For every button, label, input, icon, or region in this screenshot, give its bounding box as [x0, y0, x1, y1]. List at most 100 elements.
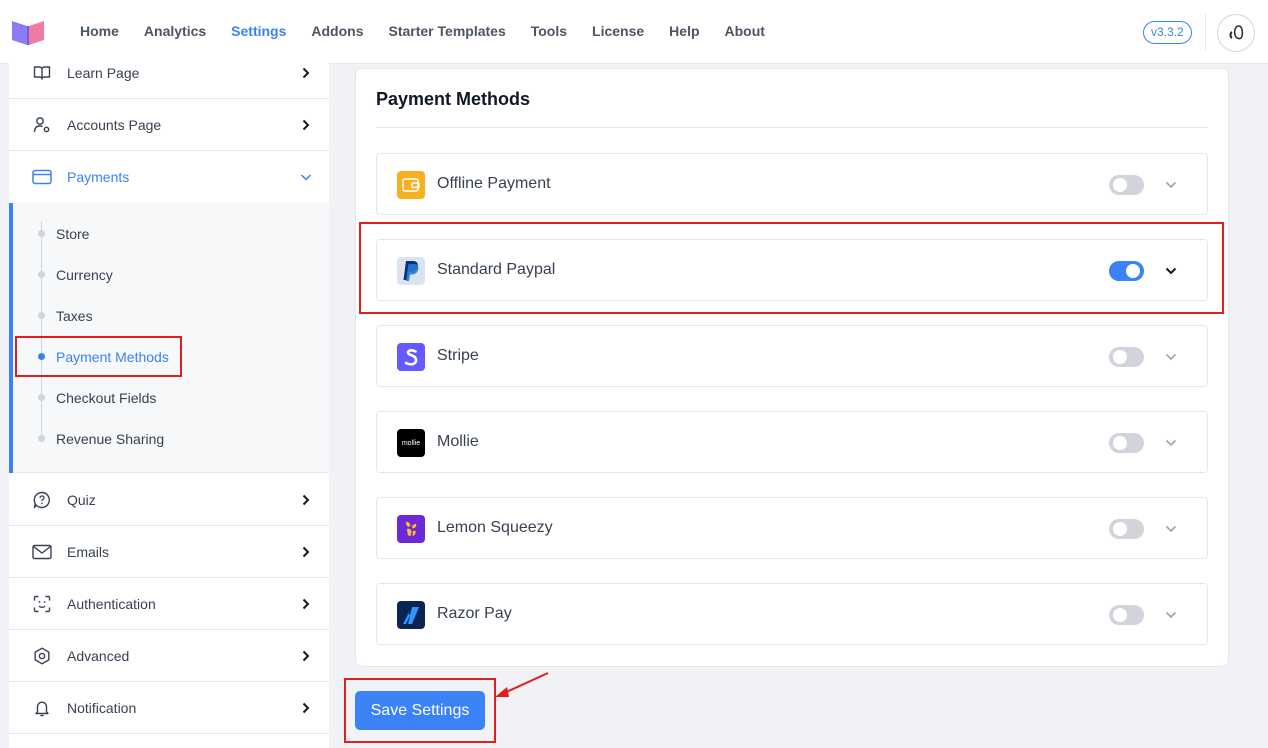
submenu-item-taxes[interactable]: Taxes	[13, 295, 329, 336]
book-icon	[32, 63, 52, 83]
submenu-item-checkout-fields[interactable]: Checkout Fields	[13, 377, 329, 418]
payments-submenu: Store Currency Taxes Payment Methods Che…	[13, 203, 329, 473]
lemon-squeezy-icon	[397, 515, 425, 543]
chevron-right-icon	[299, 493, 313, 507]
stripe-icon	[397, 343, 425, 371]
bullet-dot	[38, 312, 45, 319]
title-divider	[376, 127, 1208, 128]
payment-method-lemon-squeezy[interactable]: Lemon Squeezy	[376, 497, 1208, 559]
scan-face-icon	[32, 594, 52, 614]
payment-method-name: Mollie	[437, 433, 479, 450]
nav-help[interactable]: Help	[657, 0, 711, 64]
payments-group: Payments Store Currency Taxes Payment Me…	[9, 151, 329, 473]
submenu-item-label: Currency	[56, 266, 113, 283]
enable-toggle[interactable]	[1109, 605, 1144, 625]
sidebar-item-emails[interactable]: Emails	[9, 526, 329, 578]
enable-toggle[interactable]	[1109, 261, 1144, 281]
payment-method-paypal[interactable]: Standard Paypal	[376, 239, 1208, 301]
submenu-item-label: Store	[56, 225, 90, 242]
payment-method-name: Standard Paypal	[437, 261, 556, 278]
enable-toggle[interactable]	[1109, 175, 1144, 195]
sidebar-item-notification[interactable]: Notification	[9, 682, 329, 734]
card-icon	[32, 167, 52, 187]
sidebar-item-payments[interactable]: Payments	[9, 151, 329, 203]
masteriyo-logo-icon[interactable]	[10, 18, 46, 46]
chevron-down-icon[interactable]	[1164, 264, 1178, 278]
sidebar-item-advanced[interactable]: Advanced	[9, 630, 329, 682]
submenu-item-label: Checkout Fields	[56, 389, 157, 406]
nav-tools[interactable]: Tools	[519, 0, 579, 64]
chevron-down-icon[interactable]	[1164, 350, 1178, 364]
sidebar-item-label: Quiz	[67, 491, 96, 508]
submenu-item-revenue-sharing[interactable]: Revenue Sharing	[13, 418, 329, 459]
sidebar-item-label: Advanced	[67, 647, 130, 664]
mollie-logo-text: mollie	[401, 439, 421, 447]
save-settings-button[interactable]: Save Settings	[355, 691, 485, 730]
sidebar-item-accounts-page[interactable]: Accounts Page	[9, 99, 329, 151]
chevron-down-icon[interactable]	[1164, 608, 1178, 622]
submenu-item-payment-methods[interactable]: Payment Methods	[13, 336, 329, 377]
payment-method-name: Stripe	[437, 347, 479, 364]
payment-method-name: Lemon Squeezy	[437, 519, 553, 536]
chevron-right-icon	[299, 701, 313, 715]
paypal-icon	[397, 257, 425, 285]
enable-toggle[interactable]	[1109, 347, 1144, 367]
bullet-dot	[38, 271, 45, 278]
help-menu-button[interactable]	[1217, 14, 1255, 52]
payment-methods-card: Payment Methods Offline Payment Standard…	[355, 68, 1229, 667]
quiz-icon	[32, 490, 52, 510]
page-title: Payment Methods	[376, 89, 531, 109]
bullet-dot	[38, 394, 45, 401]
bell-icon	[32, 698, 52, 718]
sidebar-item-label: Learn Page	[67, 64, 140, 81]
settings-sidebar: Learn Page Accounts Page Payments Store …	[9, 47, 329, 748]
bullet-dot	[38, 435, 45, 442]
bullet-dot	[38, 353, 45, 360]
sidebar-item-label: Notification	[67, 699, 137, 716]
sidebar-item-quiz[interactable]: Quiz	[9, 474, 329, 526]
payment-method-name: Offline Payment	[437, 175, 551, 192]
payment-method-name: Razor Pay	[437, 605, 512, 622]
payment-method-offline[interactable]: Offline Payment	[376, 153, 1208, 215]
sidebar-item-authentication[interactable]: Authentication	[9, 578, 329, 630]
submenu-item-label: Taxes	[56, 307, 93, 324]
hexagon-icon	[32, 646, 52, 666]
payment-method-mollie[interactable]: mollie Mollie	[376, 411, 1208, 473]
sidebar-item-label: Emails	[67, 543, 110, 560]
chevron-right-icon	[299, 649, 313, 663]
payment-method-stripe[interactable]: Stripe	[376, 325, 1208, 387]
submenu-item-store[interactable]: Store	[13, 213, 329, 254]
toggle-knob	[1113, 522, 1127, 536]
chevron-right-icon	[299, 597, 313, 611]
toggle-knob	[1113, 608, 1127, 622]
enable-toggle[interactable]	[1109, 433, 1144, 453]
chevron-down-icon[interactable]	[1164, 178, 1178, 192]
chevron-right-icon	[299, 545, 313, 559]
annotation-arrow-icon	[495, 672, 549, 697]
nav-license[interactable]: License	[580, 0, 656, 64]
chevron-down-icon	[299, 170, 313, 184]
nav-about[interactable]: About	[713, 0, 777, 64]
chevron-right-icon	[299, 66, 313, 80]
wallet-icon	[397, 171, 425, 199]
chevron-right-icon	[299, 118, 313, 132]
toggle-knob	[1126, 264, 1140, 278]
enable-toggle[interactable]	[1109, 519, 1144, 539]
bullet-dot	[38, 230, 45, 237]
help-chat-icon	[1229, 25, 1244, 40]
sidebar-item-label: Accounts Page	[67, 116, 162, 133]
toggle-knob	[1113, 350, 1127, 364]
mail-icon	[32, 542, 52, 562]
toggle-knob	[1113, 178, 1127, 192]
version-badge: v3.3.2	[1143, 21, 1192, 44]
sidebar-item-learn-page[interactable]: Learn Page	[9, 47, 329, 99]
sidebar-item-label: Payments	[67, 169, 130, 185]
payment-method-razorpay[interactable]: Razor Pay	[376, 583, 1208, 645]
submenu-item-currency[interactable]: Currency	[13, 254, 329, 295]
chevron-down-icon[interactable]	[1164, 522, 1178, 536]
nav-starter-templates[interactable]: Starter Templates	[377, 0, 518, 64]
user-gear-icon	[32, 115, 52, 135]
chevron-down-icon[interactable]	[1164, 436, 1178, 450]
submenu-item-label: Payment Methods	[56, 348, 169, 365]
razorpay-icon	[397, 601, 425, 629]
